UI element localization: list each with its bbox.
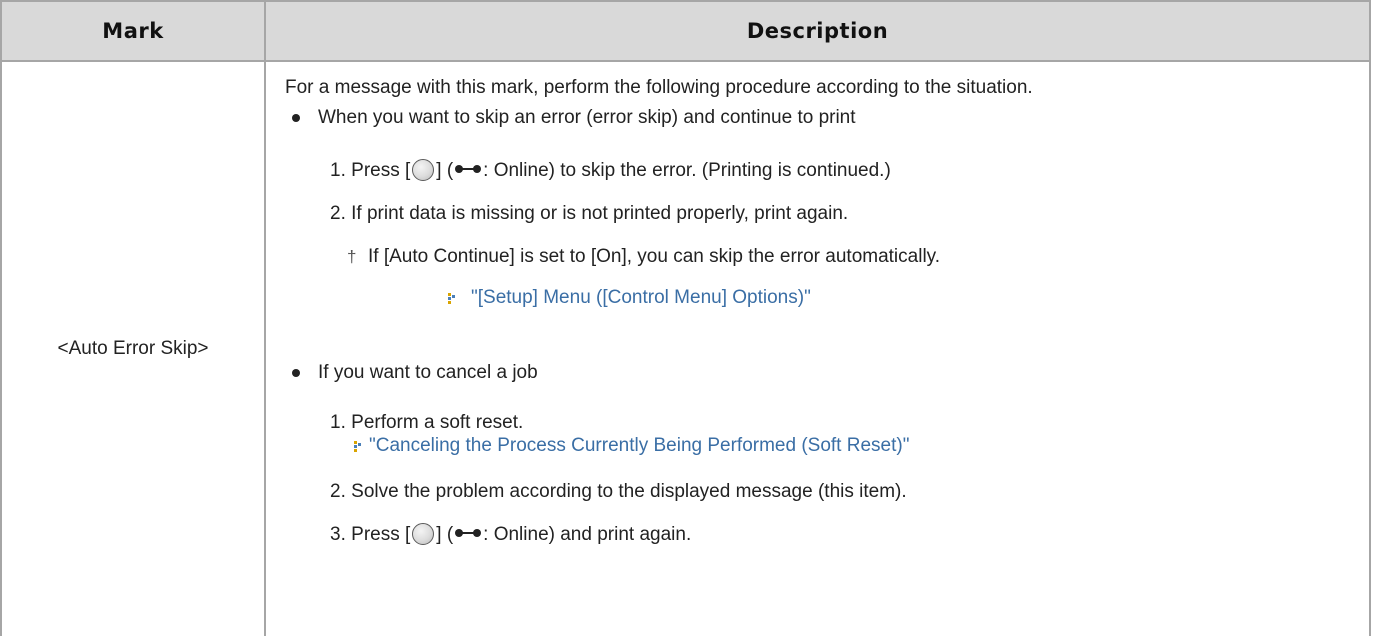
online-button-icon xyxy=(412,523,435,545)
step2-text: If print data is missing or is not print… xyxy=(351,203,849,224)
section1-step1: 1. Press [ ] ( : Online) to skip the error… xyxy=(330,159,891,183)
link-arrow-icon xyxy=(354,441,361,452)
step-number: 1. xyxy=(330,412,346,433)
soft-reset-text: Perform a soft reset. xyxy=(351,412,524,433)
section1-step2: 2. If print data is missing or is not pr… xyxy=(330,202,848,226)
step3-press-text: Press [ xyxy=(351,524,411,545)
table-header: Mark Description xyxy=(2,0,1369,62)
step1-press-text: Press [ xyxy=(351,160,411,181)
section2-step2: 2. Solve the problem according to the di… xyxy=(330,480,907,504)
message-table: Mark Description <Auto Error Skip> For a… xyxy=(0,0,1371,636)
section1-bullet-text: When you want to skip an error (error sk… xyxy=(318,107,856,128)
mark-cell: <Auto Error Skip> xyxy=(2,62,264,636)
setup-menu-link[interactable]: "[Setup] Menu ([Control Menu] Options)" xyxy=(471,286,811,310)
section2-bullet-text: If you want to cancel a job xyxy=(318,362,538,383)
step1-rest-text: : Online) to skip the error. (Printing i… xyxy=(483,160,891,181)
bullet-icon xyxy=(292,369,300,377)
header-mark: Mark xyxy=(102,19,164,43)
step2-text: Solve the problem according to the displ… xyxy=(351,481,907,502)
dagger-note-icon: † xyxy=(347,247,357,266)
intro-text: For a message with this mark, perform th… xyxy=(285,77,1033,98)
online-key-icon xyxy=(455,528,482,538)
step1-paren-text: ] ( xyxy=(436,160,454,181)
soft-reset-link[interactable]: "Canceling the Process Currently Being P… xyxy=(369,434,909,458)
step3-rest-text: : Online) and print again. xyxy=(483,524,692,545)
online-key-icon xyxy=(455,164,482,174)
bullet-icon xyxy=(292,114,300,122)
header-description: Description xyxy=(746,19,889,43)
note-text: If [Auto Continue] is set to [On], you c… xyxy=(368,246,941,267)
description-cell: For a message with this mark, perform th… xyxy=(266,62,1369,636)
step3-paren-text: ] ( xyxy=(436,524,454,545)
mark-label: <Auto Error Skip> xyxy=(57,338,209,359)
step-number: 1. xyxy=(330,160,346,181)
step-number: 3. xyxy=(330,524,346,545)
link-arrow-icon xyxy=(448,293,455,304)
step-number: 2. xyxy=(330,481,346,502)
section2-step1: 1. Perform a soft reset. xyxy=(330,411,523,435)
step-number: 2. xyxy=(330,203,346,224)
online-button-icon xyxy=(412,159,435,181)
section2-step3: 3. Press [ ] ( : Online) and print again. xyxy=(330,523,691,547)
